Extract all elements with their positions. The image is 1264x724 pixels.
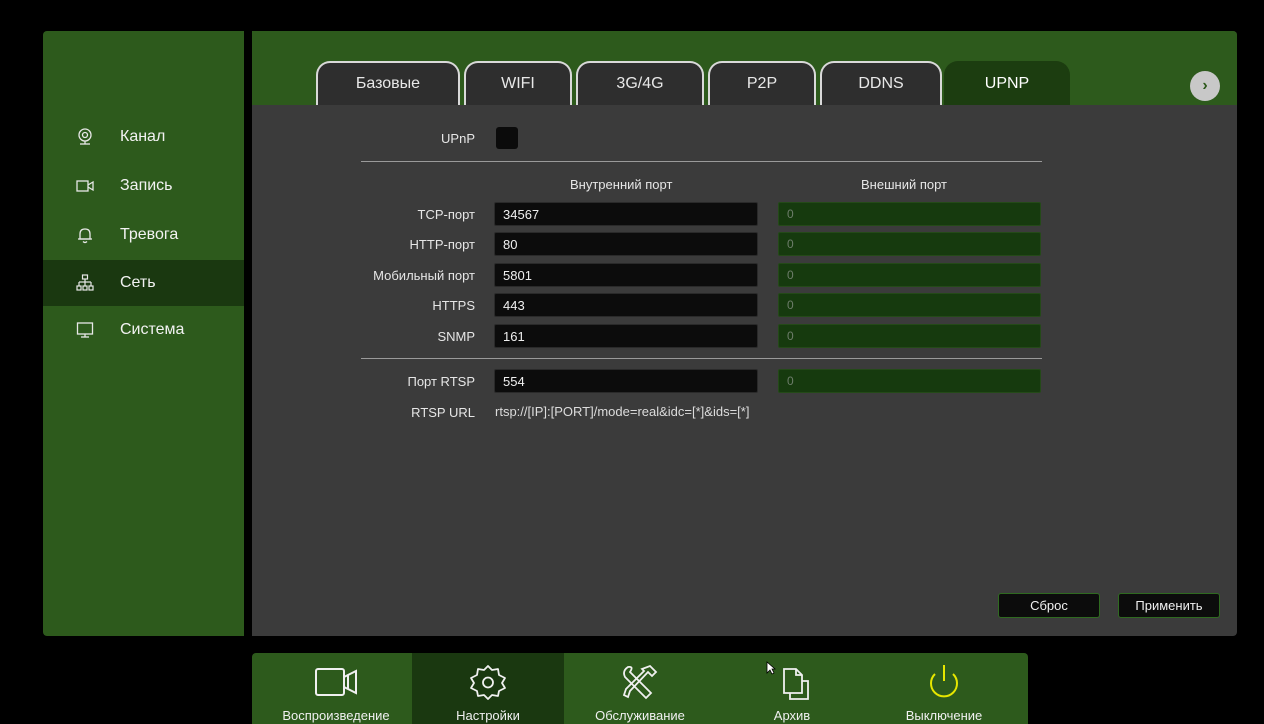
rtsp-url-value: rtsp://[IP]:[PORT]/mode=real&idc=[*]&ids… <box>495 404 750 419</box>
http-port-label: HTTP-порт <box>409 237 475 252</box>
nav-label: Выключение <box>905 708 983 723</box>
mobile-port-label: Мобильный порт <box>373 268 475 283</box>
bell-icon <box>78 228 92 244</box>
camera-icon <box>78 128 92 145</box>
sidebar-item-record[interactable]: Запись <box>43 163 244 209</box>
reset-button[interactable]: Сброс <box>998 593 1100 618</box>
nav-label: Обслуживание <box>595 708 685 723</box>
nav-label: Воспроизведение <box>282 708 390 723</box>
settings-gear-icon <box>470 665 506 700</box>
nav-power-off[interactable]: Выключение <box>868 653 1020 724</box>
apply-button[interactable]: Применить <box>1118 593 1220 618</box>
tab-upnp[interactable]: UPNP <box>944 61 1070 105</box>
mobile-port-internal-input[interactable] <box>494 263 758 287</box>
tcp-port-internal-input[interactable] <box>494 202 758 226</box>
snmp-port-label: SNMP <box>437 329 475 344</box>
monitor-icon <box>76 322 94 338</box>
power-icon <box>930 665 958 698</box>
next-tab-button[interactable]: › <box>1190 71 1220 101</box>
nav-maintenance[interactable]: Обслуживание <box>564 653 716 724</box>
tab-wifi[interactable]: WIFI <box>464 61 572 105</box>
nav-archive[interactable]: Архив <box>716 653 868 724</box>
video-icon <box>76 180 94 192</box>
upnp-checkbox[interactable] <box>496 127 518 149</box>
http-port-internal-input[interactable] <box>494 232 758 256</box>
rtsp-port-internal-input[interactable] <box>494 369 758 393</box>
internal-port-header: Внутренний порт <box>570 177 673 192</box>
rtsp-url-label: RTSP URL <box>411 405 475 420</box>
tcp-port-label: TCP-порт <box>417 207 476 222</box>
sidebar-item-alarm[interactable]: Тревога <box>43 212 244 258</box>
upnp-label: UPnP <box>441 131 475 146</box>
tab-ddns[interactable]: DDNS <box>820 61 942 105</box>
sidebar: Канал Запись Тревога Сеть Система <box>43 31 244 636</box>
bottom-nav: Воспроизведение Настройки Обслуживание А… <box>252 653 1028 724</box>
snmp-port-external-input[interactable] <box>778 324 1041 348</box>
nav-playback[interactable]: Воспроизведение <box>260 653 412 724</box>
https-port-label: HTTPS <box>432 298 475 313</box>
snmp-port-internal-input[interactable] <box>494 324 758 348</box>
sidebar-item-label: Сеть <box>120 274 156 291</box>
divider <box>361 358 1042 359</box>
sidebar-item-label: Система <box>120 321 185 338</box>
http-port-external-input[interactable] <box>778 232 1041 256</box>
chevron-right-icon: › <box>1202 77 1208 94</box>
sidebar-item-system[interactable]: Система <box>43 307 244 353</box>
rtsp-port-label: Порт RTSP <box>407 374 475 389</box>
playback-camera-icon <box>315 668 357 696</box>
tools-icon <box>622 664 658 700</box>
nav-label: Настройки <box>456 708 520 723</box>
mouse-cursor-icon <box>766 661 776 675</box>
tab-basic[interactable]: Базовые <box>316 61 460 105</box>
tcp-port-external-input[interactable] <box>778 202 1041 226</box>
rtsp-port-external-input[interactable] <box>778 369 1041 393</box>
tab-p2p[interactable]: P2P <box>708 61 816 105</box>
sidebar-item-channel[interactable]: Канал <box>43 114 244 160</box>
nav-label: Архив <box>773 708 811 723</box>
divider <box>361 161 1042 162</box>
network-icon <box>76 274 94 291</box>
sidebar-item-network[interactable]: Сеть <box>43 260 244 306</box>
main-panel: Базовые WIFI 3G/4G P2P DDNS UPNP › UPnP … <box>252 31 1237 636</box>
mobile-port-external-input[interactable] <box>778 263 1041 287</box>
https-port-internal-input[interactable] <box>494 293 758 317</box>
tab-bar: Базовые WIFI 3G/4G P2P DDNS UPNP › <box>252 31 1237 105</box>
tab-3g4g[interactable]: 3G/4G <box>576 61 704 105</box>
https-port-external-input[interactable] <box>778 293 1041 317</box>
sidebar-item-label: Канал <box>120 128 166 145</box>
nav-settings[interactable]: Настройки <box>412 653 564 724</box>
sidebar-item-label: Тревога <box>120 226 179 243</box>
sidebar-item-label: Запись <box>120 177 173 194</box>
external-port-header: Внешний порт <box>861 177 947 192</box>
